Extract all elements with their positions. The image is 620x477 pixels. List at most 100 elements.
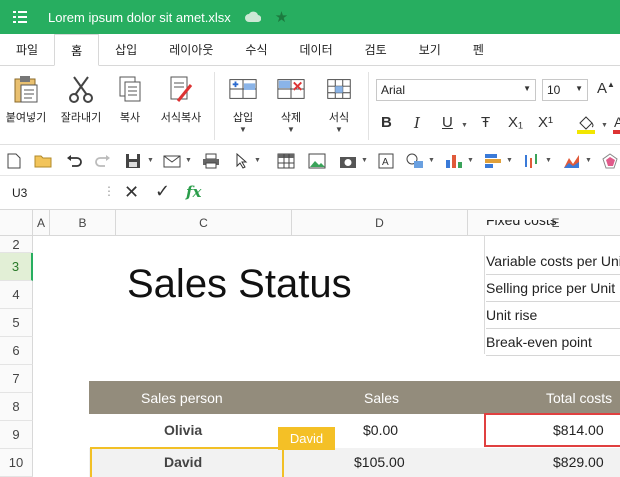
row-header[interactable]: 10: [0, 449, 33, 477]
grid-menu-icon[interactable]: [0, 0, 40, 34]
chevron-down-icon[interactable]: ▼: [506, 157, 513, 164]
cell-person[interactable]: Olivia: [164, 422, 202, 438]
row-header[interactable]: 8: [0, 393, 33, 421]
row-header[interactable]: 2: [0, 236, 33, 253]
format-cells-icon: [324, 74, 354, 104]
save-icon[interactable]: [123, 151, 143, 171]
font-size-select[interactable]: 10 ▼: [542, 79, 588, 101]
tab-formulas[interactable]: 수식: [229, 34, 283, 65]
stock-chart-icon[interactable]: [522, 151, 542, 171]
tab-layout[interactable]: 레이아웃: [153, 34, 229, 65]
chevron-down-icon[interactable]: ▼: [601, 122, 608, 129]
row-header[interactable]: 6: [0, 337, 33, 365]
select-all-corner[interactable]: [0, 210, 33, 236]
italic-button[interactable]: I: [414, 114, 420, 132]
row-header-selected[interactable]: 3: [0, 253, 33, 281]
pointer-icon[interactable]: [232, 151, 252, 171]
chevron-down-icon[interactable]: ▼: [185, 157, 192, 164]
highlight-border-red: [484, 413, 620, 447]
scissors-icon: [66, 74, 96, 104]
cell-sales[interactable]: $0.00: [363, 422, 398, 438]
strikethrough-button[interactable]: Ŧ: [481, 114, 490, 131]
cell-total-costs[interactable]: $829.00: [553, 454, 604, 470]
tab-home[interactable]: 홈: [54, 34, 100, 66]
insert-function-button[interactable]: fx: [186, 183, 201, 201]
format-cells-button[interactable]: 서식 ▼: [320, 74, 358, 134]
column-header-c[interactable]: C: [116, 210, 292, 236]
column-header-b[interactable]: B: [50, 210, 116, 236]
header-sales-person[interactable]: Sales person: [141, 390, 223, 406]
mail-icon[interactable]: [162, 151, 182, 171]
insert-cells-button[interactable]: 삽입 ▼: [224, 74, 262, 134]
chevron-down-icon[interactable]: ▼: [545, 157, 552, 164]
ribbon-separator: [214, 72, 215, 140]
column-header-a[interactable]: A: [33, 210, 50, 236]
radar-chart-icon[interactable]: [600, 151, 620, 171]
redo-icon[interactable]: [93, 151, 113, 171]
resize-handle[interactable]: ⋮: [103, 184, 115, 198]
row-header[interactable]: 7: [0, 365, 33, 393]
formula-bar: U3 ⋮ ✕ ✓ fx: [0, 177, 620, 210]
chevron-down-icon[interactable]: ▼: [361, 157, 368, 164]
camera-icon[interactable]: [338, 151, 358, 171]
spreadsheet-grid[interactable]: A B C D E 2 3 4 5 6 7 8 9 10 Sales Statu…: [0, 210, 620, 477]
horizontal-bar-chart-icon[interactable]: [483, 151, 503, 171]
tab-data[interactable]: 데이터: [284, 34, 349, 65]
tab-file[interactable]: 파일: [0, 34, 54, 65]
chevron-down-icon[interactable]: ▼: [428, 157, 435, 164]
label-selling-price[interactable]: Selling price per Unit: [486, 276, 620, 302]
paste-button[interactable]: 붙여넣기: [4, 74, 48, 125]
star-icon[interactable]: ★: [275, 8, 288, 26]
print-icon[interactable]: [201, 151, 221, 171]
chevron-down-icon: ▼: [239, 125, 247, 134]
textbox-icon[interactable]: A: [376, 151, 396, 171]
undo-icon[interactable]: [64, 151, 84, 171]
row-header[interactable]: 5: [0, 309, 33, 337]
underline-button[interactable]: U: [442, 114, 453, 131]
label-fixed-costs[interactable]: Fixed costs: [486, 220, 620, 236]
bar-chart-icon[interactable]: [444, 151, 464, 171]
bold-button[interactable]: B: [381, 114, 392, 131]
subscript-button[interactable]: X₁: [508, 114, 523, 131]
shapes-icon[interactable]: [405, 151, 425, 171]
copy-button[interactable]: 복사: [112, 74, 148, 125]
font-color-icon[interactable]: A: [612, 113, 620, 135]
superscript-button[interactable]: X¹: [538, 114, 553, 131]
confirm-formula-button[interactable]: ✓: [155, 181, 170, 202]
chevron-down-icon[interactable]: ▼: [467, 157, 474, 164]
font-name-select[interactable]: Arial ▼: [376, 79, 536, 101]
cloud-icon[interactable]: [244, 9, 262, 25]
chevron-down-icon[interactable]: ▼: [147, 157, 154, 164]
increase-font-icon[interactable]: A▲: [597, 80, 615, 97]
tab-review[interactable]: 검토: [349, 34, 403, 65]
table-icon[interactable]: [276, 151, 296, 171]
chevron-down-icon: ▼: [523, 84, 531, 93]
label-variable-costs[interactable]: Variable costs per Unit: [486, 249, 620, 275]
insert-cells-icon: [228, 74, 258, 104]
name-box[interactable]: U3: [12, 186, 27, 200]
row-header[interactable]: 4: [0, 281, 33, 309]
label-break-even[interactable]: Break-even point: [486, 330, 620, 356]
header-total-costs[interactable]: Total costs: [546, 390, 612, 406]
area-chart-icon[interactable]: [562, 151, 582, 171]
fill-color-icon[interactable]: [575, 113, 597, 135]
chevron-down-icon[interactable]: ▼: [585, 157, 592, 164]
column-header-d[interactable]: D: [292, 210, 468, 236]
header-sales[interactable]: Sales: [364, 390, 399, 406]
new-file-icon[interactable]: [4, 151, 24, 171]
tab-pen[interactable]: 펜: [457, 34, 500, 65]
chevron-down-icon[interactable]: ▼: [254, 157, 261, 164]
delete-cells-button[interactable]: 삭제 ▼: [272, 74, 310, 134]
row-header[interactable]: 9: [0, 421, 33, 449]
image-icon[interactable]: [307, 151, 327, 171]
delete-cells-icon: [276, 74, 306, 104]
cell-sales[interactable]: $105.00: [354, 454, 405, 470]
cancel-formula-button[interactable]: ✕: [124, 182, 139, 203]
format-painter-button[interactable]: 서식복사: [154, 74, 208, 125]
cut-button[interactable]: 잘라내기: [56, 74, 106, 125]
open-folder-icon[interactable]: [33, 151, 53, 171]
chevron-down-icon[interactable]: ▼: [461, 122, 468, 129]
tab-insert[interactable]: 삽입: [99, 34, 153, 65]
tab-view[interactable]: 보기: [403, 34, 457, 65]
label-unit-rise[interactable]: Unit rise: [486, 303, 620, 329]
